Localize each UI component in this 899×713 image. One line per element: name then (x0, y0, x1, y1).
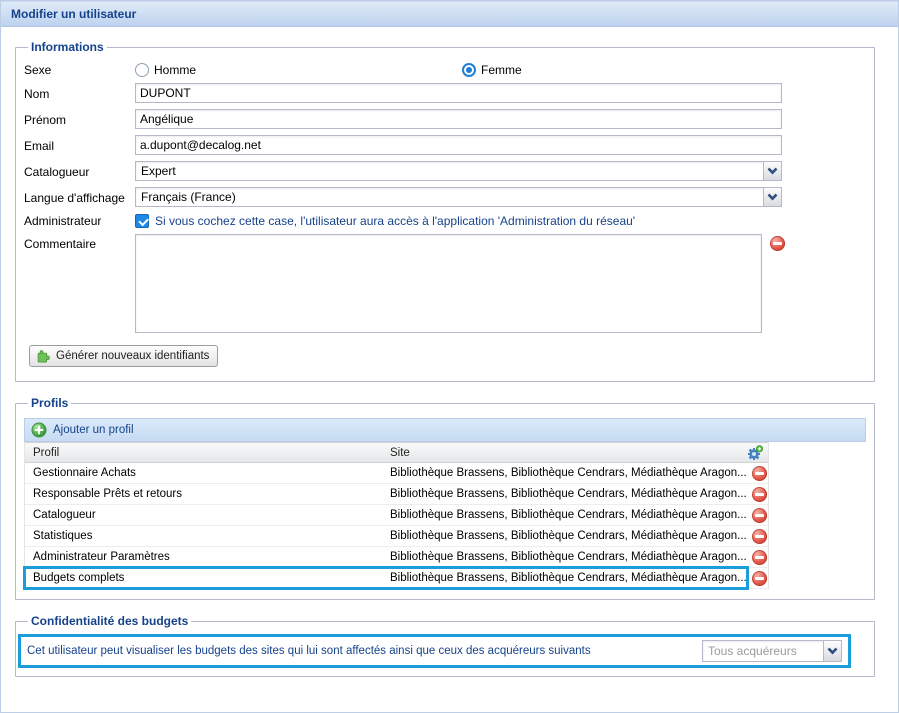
acquereurs-value: Tous acquéreurs (703, 644, 823, 658)
prenom-label: Prénom (24, 112, 135, 127)
radio-option-femme[interactable]: Femme (462, 63, 522, 77)
profile-sites-cell: Bibliothèque Brassens, Bibliothèque Cend… (390, 467, 747, 479)
profile-row-main: Statistiques Bibliothèque Brassens, Bibl… (25, 526, 747, 546)
nom-input[interactable] (135, 83, 782, 103)
profile-row[interactable]: Responsable Prêts et retours Bibliothèqu… (25, 484, 768, 505)
remove-profile-icon[interactable] (752, 550, 767, 565)
profile-row[interactable]: Statistiques Bibliothèque Brassens, Bibl… (25, 526, 768, 547)
profile-sites-cell: Bibliothèque Brassens, Bibliothèque Cend… (390, 551, 747, 563)
profile-name-cell: Catalogueur (25, 509, 390, 521)
langue-value: Français (France) (136, 190, 763, 204)
profile-row-main: Responsable Prêts et retours Bibliothèqu… (25, 484, 747, 504)
generate-credentials-label: Générer nouveaux identifiants (56, 350, 209, 362)
page-title: Modifier un utilisateur (11, 7, 136, 21)
nom-label: Nom (24, 86, 135, 101)
profile-name-cell: Responsable Prêts et retours (25, 488, 390, 500)
radio-femme[interactable] (462, 63, 476, 77)
radio-femme-label: Femme (481, 63, 522, 77)
langue-row: Langue d'affichage Français (France) (24, 187, 866, 207)
add-profile-toolbar[interactable]: Ajouter un profil (24, 418, 866, 442)
langue-dropdown-trigger[interactable] (763, 188, 781, 206)
commentaire-row: Commentaire (24, 234, 866, 333)
profile-sites-cell: Bibliothèque Brassens, Bibliothèque Cend… (390, 488, 747, 500)
generate-credentials-button[interactable]: Générer nouveaux identifiants (29, 345, 218, 367)
spacer (1, 27, 898, 40)
profile-name-cell: Budgets complets (25, 572, 390, 584)
nom-row: Nom (24, 83, 866, 103)
catalogueur-row: Catalogueur Expert (24, 161, 866, 181)
confidentialite-text: Cet utilisateur peut visualiser les budg… (27, 645, 599, 657)
catalogueur-select[interactable]: Expert (135, 161, 782, 181)
edit-user-panel: Modifier un utilisateur Informations Sex… (0, 0, 899, 713)
acquereurs-select[interactable]: Tous acquéreurs (702, 640, 842, 662)
remove-profile-icon[interactable] (752, 529, 767, 544)
informations-fieldset: Informations Sexe Homme Femme Nom (15, 40, 875, 382)
column-settings-button[interactable] (746, 445, 764, 461)
profile-row-main: Catalogueur Bibliothèque Brassens, Bibli… (25, 505, 747, 525)
add-profile-label: Ajouter un profil (53, 424, 134, 436)
email-label: Email (24, 138, 135, 153)
chevron-down-icon (767, 167, 778, 175)
profile-row[interactable]: Gestionnaire Achats Bibliothèque Brassen… (25, 463, 768, 484)
profile-name-cell: Gestionnaire Achats (25, 467, 390, 479)
profile-row[interactable]: Budgets complets Bibliothèque Brassens, … (25, 568, 768, 589)
confidentialite-legend: Confidentialité des budgets (28, 614, 191, 628)
column-header-profil[interactable]: Profil (25, 447, 390, 459)
profils-table-body: Gestionnaire Achats Bibliothèque Brassen… (25, 463, 768, 589)
remove-profile-icon[interactable] (752, 508, 767, 523)
prenom-input[interactable] (135, 109, 782, 129)
email-input[interactable] (135, 135, 782, 155)
profils-table-header: Profil Site (25, 442, 768, 463)
profile-sites-cell: Bibliothèque Brassens, Bibliothèque Cend… (390, 572, 747, 584)
profils-table: Profil Site (24, 442, 769, 589)
chevron-down-icon (827, 647, 838, 655)
profile-row[interactable]: Catalogueur Bibliothèque Brassens, Bibli… (25, 505, 768, 526)
email-row: Email (24, 135, 866, 155)
profile-row-main: Administrateur Paramètres Bibliothèque B… (25, 547, 747, 567)
commentaire-label: Commentaire (24, 234, 135, 251)
profils-legend: Profils (28, 396, 71, 410)
administrateur-row: Administrateur Si vous cochez cette case… (24, 213, 866, 228)
profile-row-main: Budgets complets Bibliothèque Brassens, … (25, 568, 747, 588)
administrateur-label: Administrateur (24, 213, 135, 228)
remove-profile-icon[interactable] (752, 466, 767, 481)
catalogueur-value: Expert (136, 164, 763, 178)
langue-select[interactable]: Français (France) (135, 187, 782, 207)
sexe-row: Sexe Homme Femme (24, 62, 866, 77)
langue-label: Langue d'affichage (24, 190, 135, 205)
panel-titlebar: Modifier un utilisateur (1, 1, 898, 27)
profile-row[interactable]: Administrateur Paramètres Bibliothèque B… (25, 547, 768, 568)
administrateur-checkbox[interactable] (135, 214, 149, 228)
remove-comment-icon[interactable] (770, 236, 785, 251)
confidentialite-fieldset: Confidentialité des budgets Cet utilisat… (15, 614, 875, 677)
administrateur-hint: Si vous cochez cette case, l'utilisateur… (155, 214, 635, 228)
confidentialite-highlight-box: Cet utilisateur peut visualiser les budg… (18, 634, 851, 668)
radio-homme-label: Homme (154, 63, 196, 77)
add-icon (31, 422, 47, 438)
profile-sites-cell: Bibliothèque Brassens, Bibliothèque Cend… (390, 509, 747, 521)
remove-profile-icon[interactable] (752, 571, 767, 586)
catalogueur-label: Catalogueur (24, 164, 135, 179)
sexe-label: Sexe (24, 62, 135, 77)
gear-plus-icon (746, 445, 764, 461)
profils-fieldset: Profils Ajouter un profil Profil Site (15, 396, 875, 600)
profile-name-cell: Statistiques (25, 530, 390, 542)
prenom-row: Prénom (24, 109, 866, 129)
radio-homme[interactable] (135, 63, 149, 77)
column-header-site[interactable]: Site (390, 447, 742, 459)
profile-row-main: Gestionnaire Achats Bibliothèque Brassen… (25, 463, 747, 483)
puzzle-icon (35, 348, 51, 364)
commentaire-textarea[interactable] (135, 234, 762, 333)
profile-sites-cell: Bibliothèque Brassens, Bibliothèque Cend… (390, 530, 747, 542)
profile-name-cell: Administrateur Paramètres (25, 551, 390, 563)
radio-option-homme[interactable]: Homme (135, 63, 462, 77)
sexe-options: Homme Femme (135, 63, 866, 77)
chevron-down-icon (767, 193, 778, 201)
catalogueur-dropdown-trigger[interactable] (763, 162, 781, 180)
informations-legend: Informations (28, 40, 107, 54)
acquereurs-dropdown-trigger[interactable] (823, 641, 841, 661)
remove-profile-icon[interactable] (752, 487, 767, 502)
